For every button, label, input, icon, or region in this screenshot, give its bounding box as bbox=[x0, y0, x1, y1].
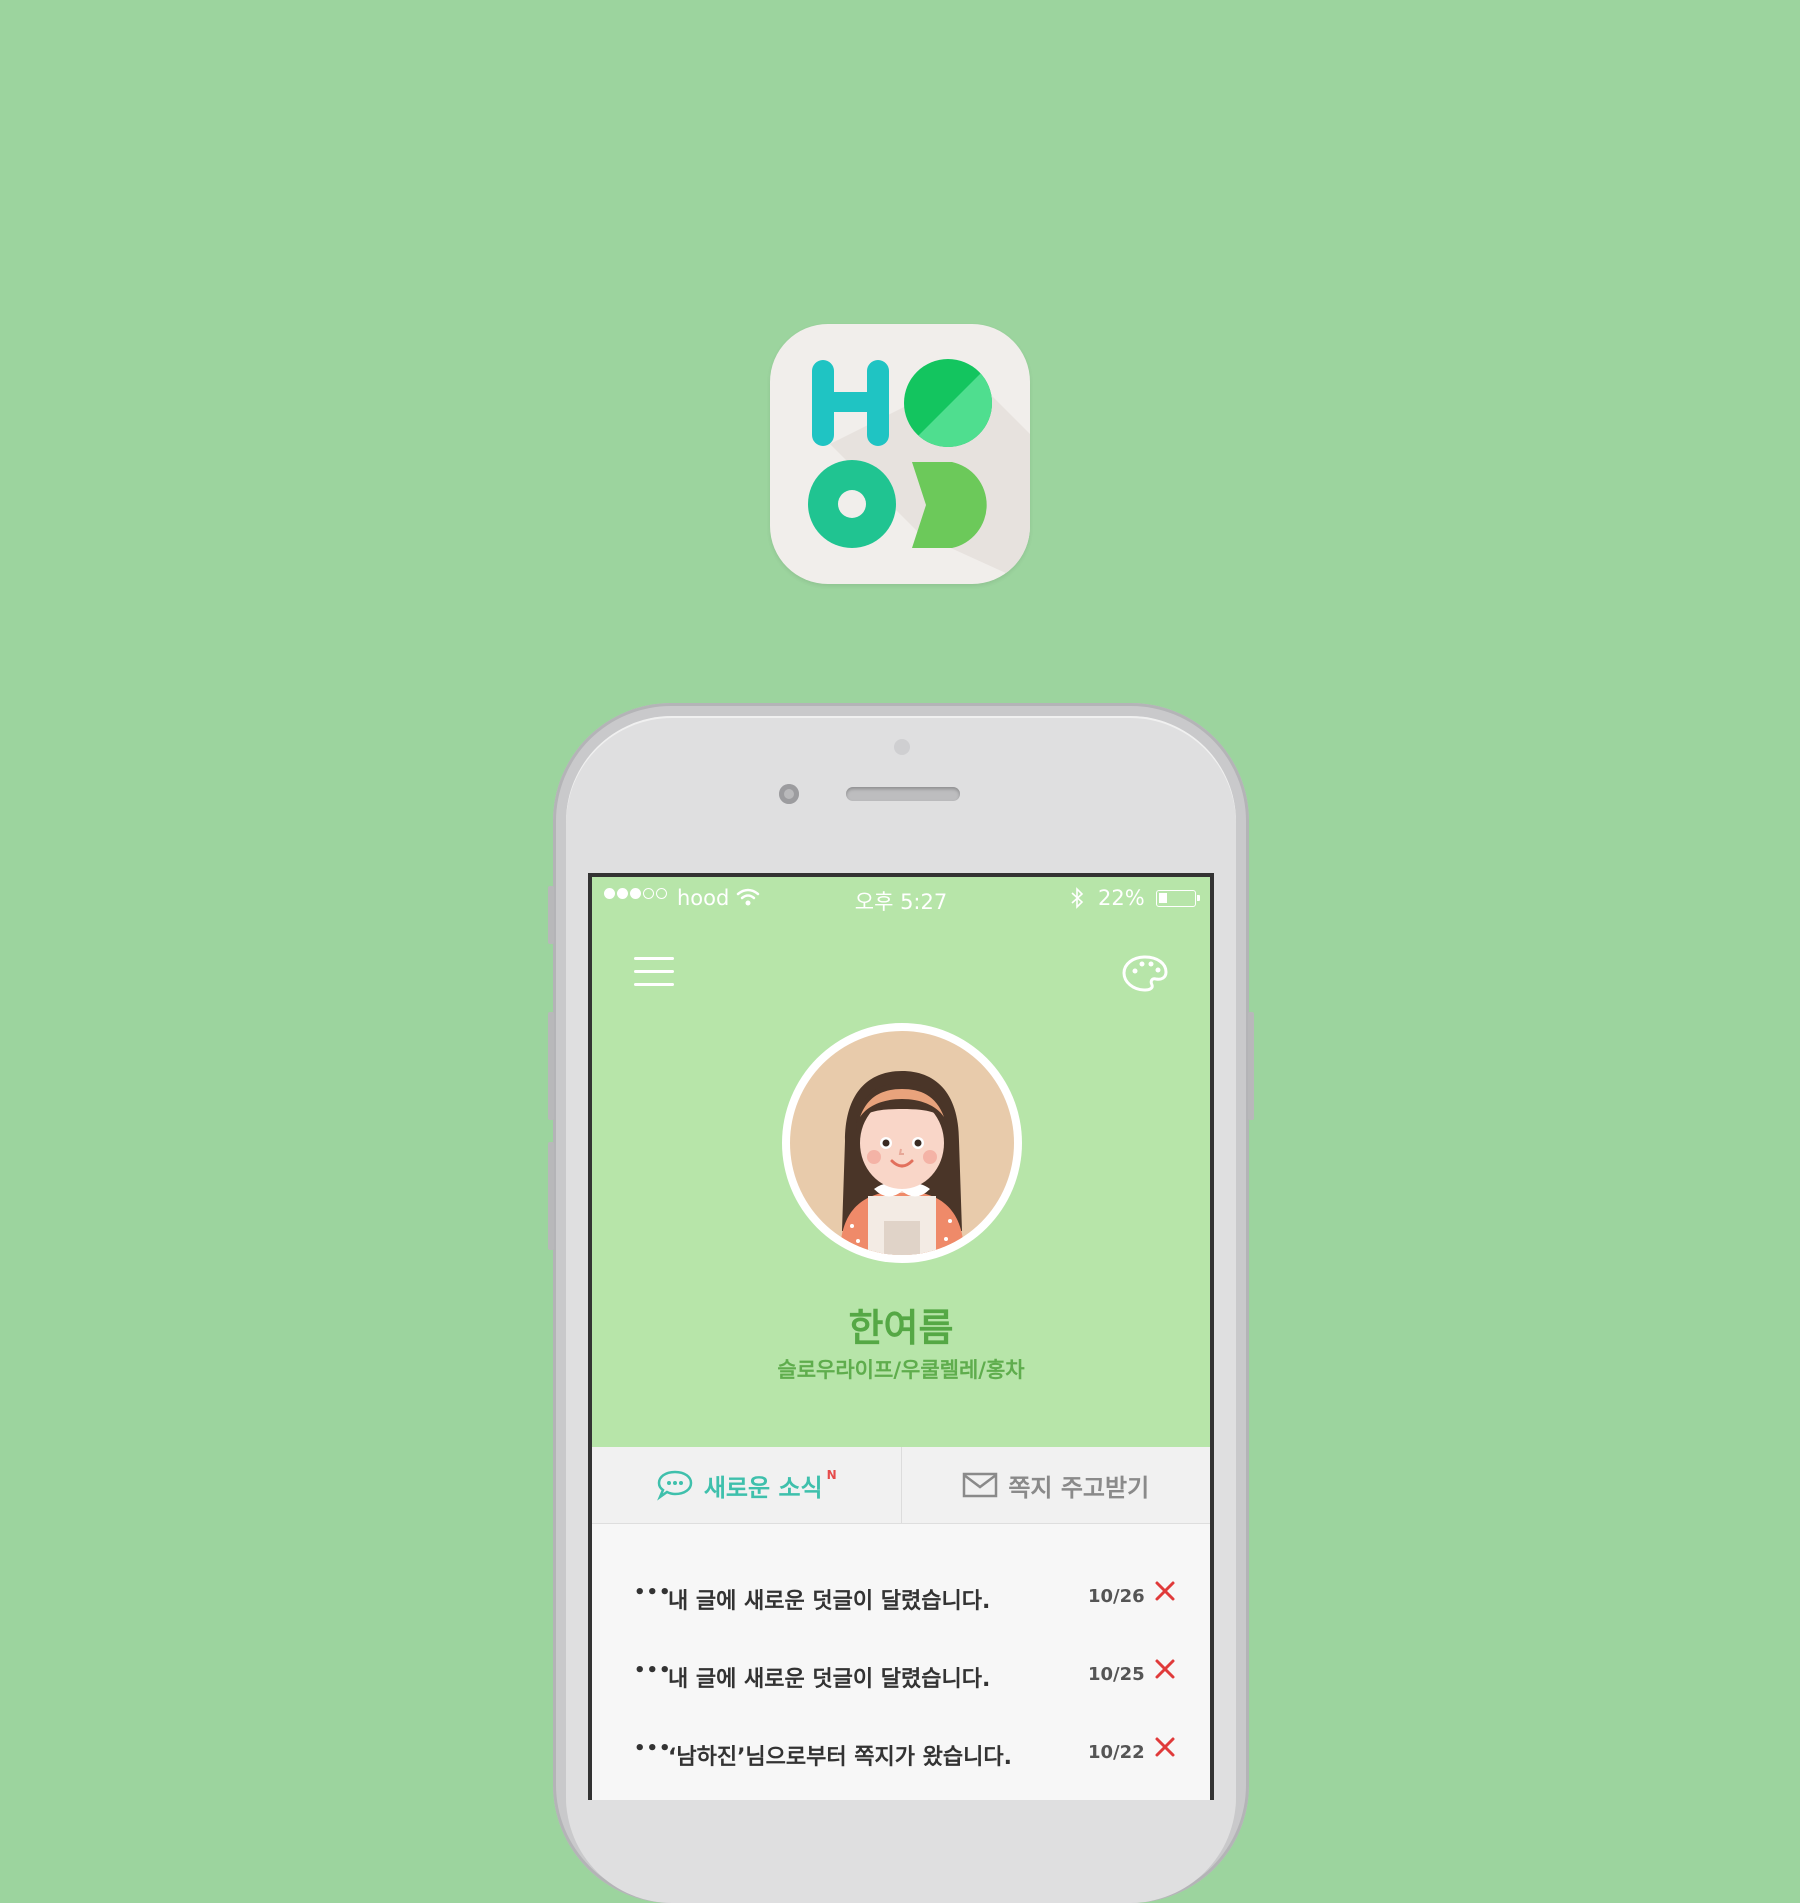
notification-item[interactable]: ••• ‘남하진’님으로부터 쪽지가 왔습니다. 10/22 bbox=[592, 1724, 1210, 1784]
notification-date: 10/22 bbox=[1088, 1742, 1145, 1763]
chat-bubble-icon bbox=[656, 1470, 693, 1501]
volume-down-button bbox=[548, 1142, 554, 1250]
envelope-icon bbox=[963, 1472, 998, 1498]
tab-news[interactable]: 새로운 소식 N bbox=[592, 1447, 902, 1523]
tab-messages-label: 쪽지 주고받기 bbox=[1008, 1473, 1150, 1502]
battery-icon bbox=[1156, 890, 1200, 907]
bullet-icon: ••• bbox=[634, 1582, 672, 1603]
delete-icon[interactable] bbox=[1154, 1580, 1176, 1608]
hamburger-menu-icon[interactable] bbox=[634, 957, 674, 989]
notification-item[interactable]: ••• 내 글에 새로운 덧글이 달렸습니다. 10/25 bbox=[592, 1646, 1210, 1706]
mute-switch bbox=[548, 886, 554, 944]
volume-up-button bbox=[548, 1012, 554, 1120]
delete-icon[interactable] bbox=[1154, 1658, 1176, 1686]
tab-news-label: 새로운 소식 bbox=[703, 1473, 823, 1502]
notification-text: 내 글에 새로운 덧글이 달렸습니다. bbox=[668, 1667, 991, 1692]
front-camera bbox=[894, 739, 910, 755]
girl-avatar-icon bbox=[790, 1031, 1014, 1255]
new-badge: N bbox=[826, 1468, 837, 1482]
notification-date: 10/25 bbox=[1088, 1664, 1145, 1685]
notification-item[interactable]: ••• 내 글에 새로운 덧글이 달렸습니다. 10/26 bbox=[592, 1568, 1210, 1628]
notification-text: 내 글에 새로운 덧글이 달렸습니다. bbox=[668, 1589, 991, 1614]
phone-screen: hood 오후 5:27 22% 한여름 슬로우라이프/우쿨렐레/홍차 새로운 … bbox=[588, 873, 1214, 1800]
profile-avatar[interactable] bbox=[782, 1023, 1022, 1263]
tab-messages[interactable]: 쪽지 주고받기 bbox=[902, 1447, 1211, 1523]
status-bar: hood 오후 5:27 22% bbox=[592, 877, 1210, 921]
notification-date: 10/26 bbox=[1088, 1586, 1145, 1607]
user-name: 한여름 bbox=[848, 1306, 954, 1350]
app-icon bbox=[770, 324, 1030, 584]
power-button bbox=[1248, 1012, 1254, 1120]
bluetooth-icon bbox=[1070, 886, 1084, 915]
palette-icon[interactable] bbox=[1122, 953, 1168, 997]
earpiece-speaker bbox=[846, 787, 960, 801]
hood-logo-icon bbox=[808, 359, 1030, 584]
bullet-icon: ••• bbox=[634, 1660, 672, 1681]
bullet-icon: ••• bbox=[634, 1738, 672, 1759]
profile-header: hood 오후 5:27 22% 한여름 슬로우라이프/우쿨렐레/홍차 bbox=[592, 877, 1210, 1447]
tab-bar: 새로운 소식 N 쪽지 주고받기 bbox=[592, 1447, 1210, 1524]
delete-icon[interactable] bbox=[1154, 1736, 1176, 1764]
proximity-sensor bbox=[779, 784, 799, 804]
battery-percent: 22% bbox=[1098, 886, 1145, 910]
notification-text: ‘남하진’님으로부터 쪽지가 왔습니다. bbox=[668, 1745, 1012, 1770]
user-interests: 슬로우라이프/우쿨렐레/홍차 bbox=[777, 1358, 1025, 1382]
